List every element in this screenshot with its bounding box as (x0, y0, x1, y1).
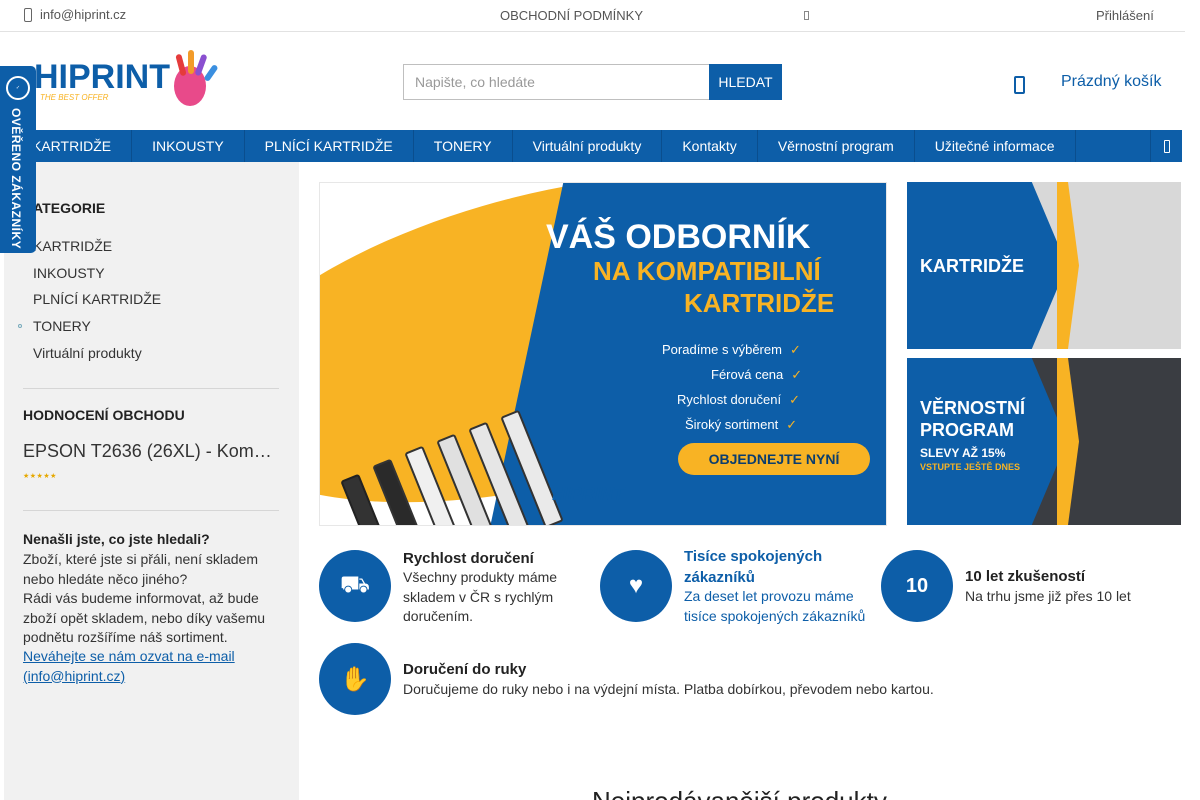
category-virtualni-produkty[interactable]: Virtuální produkty (33, 345, 161, 372)
categories-list: KARTRIDŽE INKOUSTY PLNÍCÍ KARTRIDŽE TONE… (18, 238, 161, 372)
category-inkousty[interactable]: INKOUSTY (33, 265, 161, 292)
loyalty-title-1: VĚRNOSTNÍ (920, 398, 1026, 418)
category-tonery[interactable]: TONERY (18, 318, 161, 345)
verified-seal-icon: ✓ (6, 76, 30, 100)
banner-feature: Široký sortiment ✓ (685, 417, 797, 433)
banner-headline-3: KARTRIDŽE (684, 288, 835, 318)
menu-icon (1163, 139, 1170, 153)
search-input[interactable] (403, 64, 709, 100)
not-found-text-2: Rádi vás budeme informovat, až bude zbož… (23, 590, 266, 645)
logo-text: HIPRINT (34, 58, 170, 96)
feature-title: Doručení do ruky (403, 661, 527, 678)
nav-item-kontakty[interactable]: Kontakty (662, 130, 758, 162)
nav-item-tonery[interactable]: TONERY (414, 130, 513, 162)
not-found-text-1: Zboží, které jste si přáli, není skladem… (23, 551, 258, 587)
hand-logo-icon (174, 50, 218, 106)
banner-headline-1: VÁŠ ODBORNÍK (546, 218, 811, 256)
not-found-title: Nenašli jste, co jste hledali? (23, 531, 210, 547)
logo-tagline: THE BEST OFFER (40, 93, 109, 102)
banner-feature-label: Férová cena (711, 367, 784, 382)
feature-title: Tisíce spokojených zákazníků (684, 548, 823, 586)
badge-text: OVĚŘENO ZÁKAZNÍKY (9, 108, 23, 250)
feature-desc: Za deset let provozu máme tisíce spokoje… (684, 588, 866, 624)
nav-item-vernostni-program[interactable]: Věrnostní program (758, 130, 915, 162)
feature-desc: Všechny produkty máme skladem v ČR s ryc… (403, 569, 558, 624)
shopping-bag-icon (1014, 76, 1025, 94)
check-icon: ✓ (786, 417, 798, 432)
search-bar: HLEDAT (403, 64, 782, 100)
nav-item-inkousty[interactable]: INKOUSTY (132, 130, 245, 162)
loyalty-title-2: PROGRAM (920, 420, 1014, 440)
divider (23, 388, 279, 389)
phone-icon (24, 7, 32, 22)
ten-years-icon: 10 (881, 550, 953, 622)
nav-item-plnici-kartridze[interactable]: PLNÍCÍ KARTRIDŽE (245, 130, 414, 162)
loyalty-banner[interactable]: VĚRNOSTNÍ PROGRAM SLEVY AŽ 15% VSTUPTE J… (907, 358, 1181, 525)
truck-icon: ⛟ (319, 550, 391, 622)
hand-box-icon: ✋ (319, 643, 391, 715)
site-logo[interactable]: HIPRINT THE BEST OFFER (30, 48, 222, 114)
contact-email-link[interactable]: Neváhejte se nám ozvat na e-mail (info@h… (23, 647, 277, 686)
section-title: Nejprodávanější produkty (592, 786, 887, 800)
banner-feature: Férová cena ✓ (711, 367, 802, 383)
cartridges-banner[interactable]: KARTRIDŽE (907, 182, 1181, 349)
rating-product[interactable]: EPSON T2636 (26XL) - Kompatibilní (23, 441, 275, 462)
category-label[interactable]: TONERY (33, 318, 91, 334)
nav-item-uzitecne-informace[interactable]: Užitečné informace (915, 130, 1076, 162)
feature-title: 10 let zkušeností (965, 568, 1086, 585)
feature-title: Rychlost doručení (403, 550, 534, 567)
feature-desc: Na trhu jsme již přes 10 let (965, 588, 1131, 604)
banner-feature-label: Poradíme s výběrem (662, 342, 782, 357)
verified-customers-badge[interactable]: ✓ OVĚŘENO ZÁKAZNÍKY (0, 66, 36, 253)
banner-feature: Rychlost doručení ✓ (677, 392, 800, 408)
rating-title: HODNOCENÍ OBCHODU (23, 407, 185, 423)
login-link[interactable]: Přihlášení (1096, 8, 1154, 23)
menu-toggle-button[interactable] (1150, 130, 1182, 162)
loyalty-sub-2: VSTUPTE JEŠTĚ DNES (920, 462, 1021, 472)
email-text[interactable]: info@hiprint.cz (40, 7, 126, 22)
search-button[interactable]: HLEDAT (709, 64, 782, 100)
bullet-icon (18, 324, 22, 329)
top-bar: info@hiprint.cz OBCHODNÍ PODMÍNKY Přihlá… (0, 0, 1185, 32)
contact-email[interactable]: info@hiprint.cz (24, 7, 126, 22)
check-icon: ✓ (789, 342, 801, 357)
banner-feature-label: Rychlost doručení (677, 392, 782, 407)
divider (23, 510, 279, 511)
cart[interactable]: Prázdný košík (1014, 70, 1161, 94)
banner-cta-button[interactable]: OBJEDNEJTE NYNÍ (678, 443, 870, 475)
cart-label[interactable]: Prázdný košík (1061, 73, 1161, 91)
banner-headline-2: NA KOMPATIBILNÍ (593, 256, 821, 286)
banner-feature-label: Široký sortiment (685, 417, 779, 432)
category-kartridze[interactable]: KARTRIDŽE (33, 238, 161, 265)
small-icon[interactable] (804, 11, 809, 20)
check-icon: ✓ (789, 392, 800, 407)
banner-feature: Poradíme s výběrem ✓ (662, 342, 801, 358)
feature-desc: Doručujeme do ruky nebo i na výdejní mís… (403, 681, 934, 697)
loyalty-sub: SLEVY AŽ 15% (920, 446, 1006, 460)
category-plnici-kartridze[interactable]: PLNÍCÍ KARTRIDŽE (33, 291, 161, 318)
sidebar: KATEGORIE KARTRIDŽE INKOUSTY PLNÍCÍ KART… (4, 162, 299, 800)
people-heart-icon: ♥ (600, 550, 672, 622)
rating-stars-icon: ★★★★★ (23, 473, 57, 480)
cartridges-banner-title: KARTRIDŽE (920, 256, 1024, 276)
terms-link[interactable]: OBCHODNÍ PODMÍNKY (500, 8, 643, 23)
nav-item-virtualni-produkty[interactable]: Virtuální produkty (513, 130, 663, 162)
check-icon: ✓ (791, 367, 803, 382)
banner-logo: HIPRINT (552, 484, 624, 504)
main-nav: KARTRIDŽE INKOUSTY PLNÍCÍ KARTRIDŽE TONE… (0, 130, 1182, 162)
